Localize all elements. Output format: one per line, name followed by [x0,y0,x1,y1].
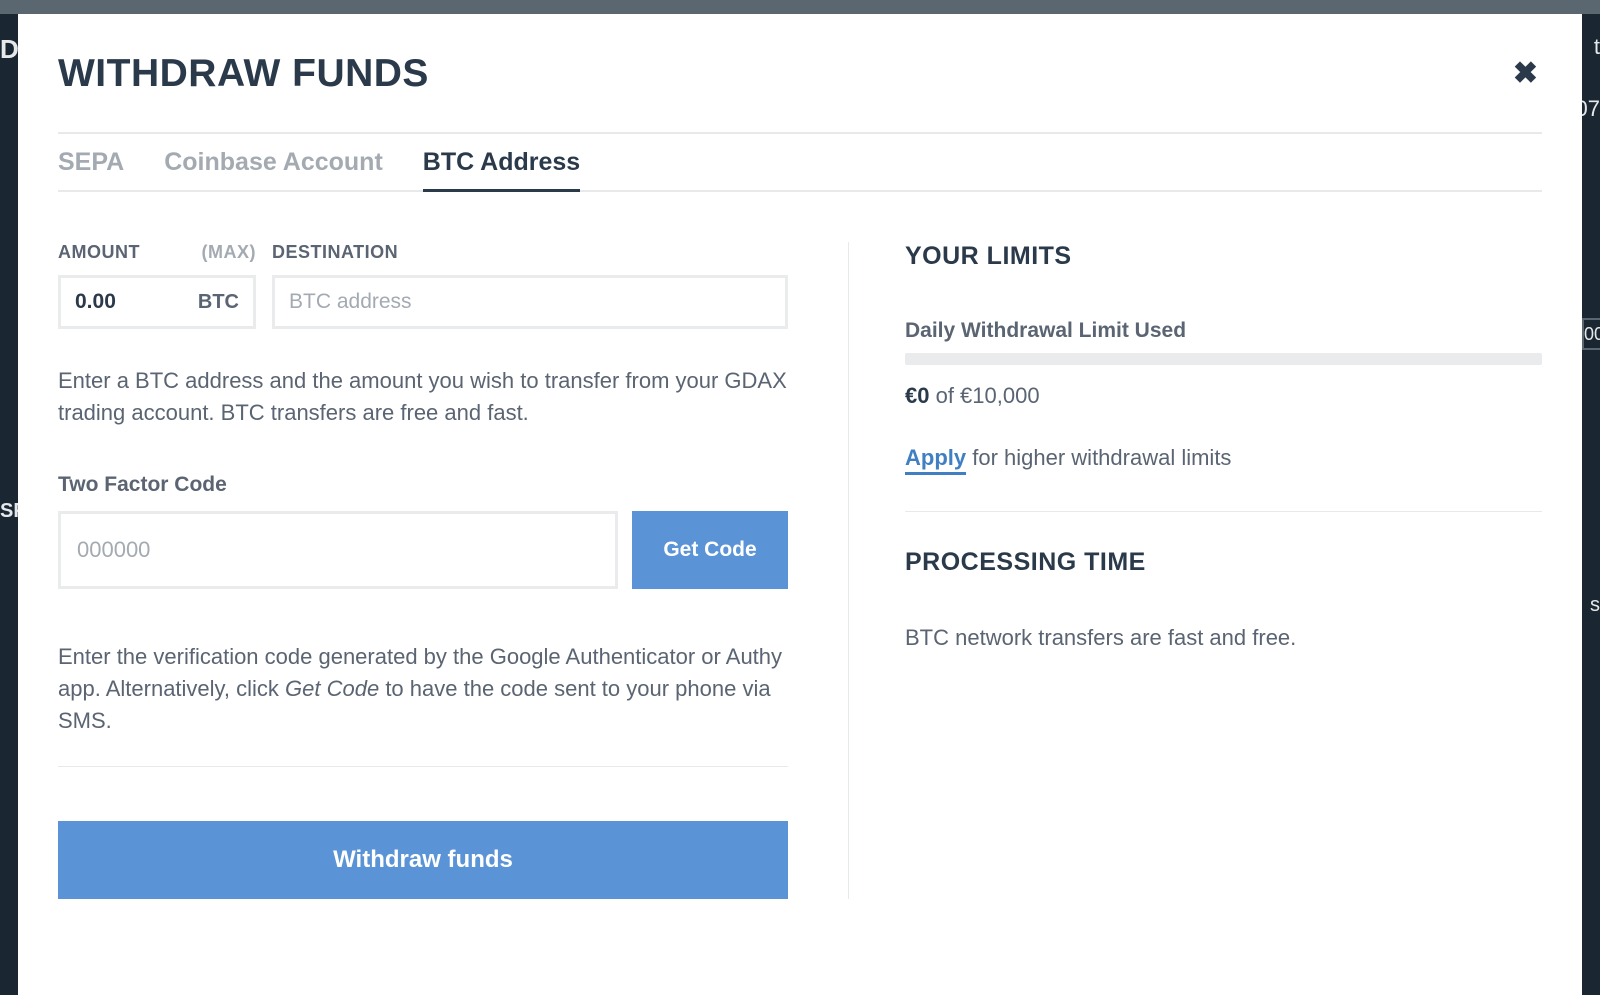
bg-text: s [1590,594,1600,617]
bg-topbar [0,0,1600,14]
limit-used: €0 [905,383,929,408]
daily-limit-value: €0 of €10,000 [905,383,1542,409]
amount-label: AMOUNT [58,242,140,263]
apply-higher-limits-link[interactable]: Apply [905,445,966,475]
destination-input-wrap[interactable] [272,275,788,329]
amount-input-wrap[interactable]: BTC [58,275,256,329]
two-factor-input[interactable] [61,514,615,586]
daily-limit-label: Daily Withdrawal Limit Used [905,319,1542,343]
two-factor-label: Two Factor Code [58,473,788,497]
tab-coinbase-account[interactable]: Coinbase Account [164,134,383,192]
tab-btc-address[interactable]: BTC Address [423,134,580,192]
processing-time-text: BTC network transfers are fast and free. [905,625,1542,651]
get-code-button[interactable]: Get Code [632,511,788,589]
help-text-em: Get Code [285,676,379,701]
daily-limit-bar [905,353,1542,365]
apply-line: Apply for higher withdrawal limits [905,445,1542,512]
withdraw-form: AMOUNT (MAX) BTC DESTINATION [58,242,849,899]
tab-sepa[interactable]: SEPA [58,134,124,192]
destination-label: DESTINATION [272,242,398,263]
modal-header: WITHDRAW FUNDS ✖ [58,52,1542,134]
limits-panel: YOUR LIMITS Daily Withdrawal Limit Used … [849,242,1542,899]
amount-input[interactable] [61,290,198,314]
amount-unit: BTC [198,291,253,314]
close-icon[interactable]: ✖ [1509,55,1542,93]
withdraw-tabs: SEPA Coinbase Account BTC Address [58,134,1542,192]
help-text: Enter a BTC address and the amount you w… [58,365,788,429]
apply-rest: for higher withdrawal limits [966,445,1231,470]
withdraw-modal: WITHDRAW FUNDS ✖ SEPA Coinbase Account B… [18,14,1582,995]
bg-text: 00 [1582,318,1600,350]
modal-title: WITHDRAW FUNDS [58,52,429,96]
two-factor-input-wrap[interactable] [58,511,618,589]
destination-input[interactable] [275,290,785,314]
two-factor-help: Enter the verification code generated by… [58,641,788,768]
limit-total: of €10,000 [929,383,1039,408]
amount-max-button[interactable]: (MAX) [202,242,257,263]
bg-text: t [1594,34,1600,60]
your-limits-title: YOUR LIMITS [905,242,1542,271]
processing-time-title: PROCESSING TIME [905,548,1542,577]
withdraw-funds-button[interactable]: Withdraw funds [58,821,788,899]
